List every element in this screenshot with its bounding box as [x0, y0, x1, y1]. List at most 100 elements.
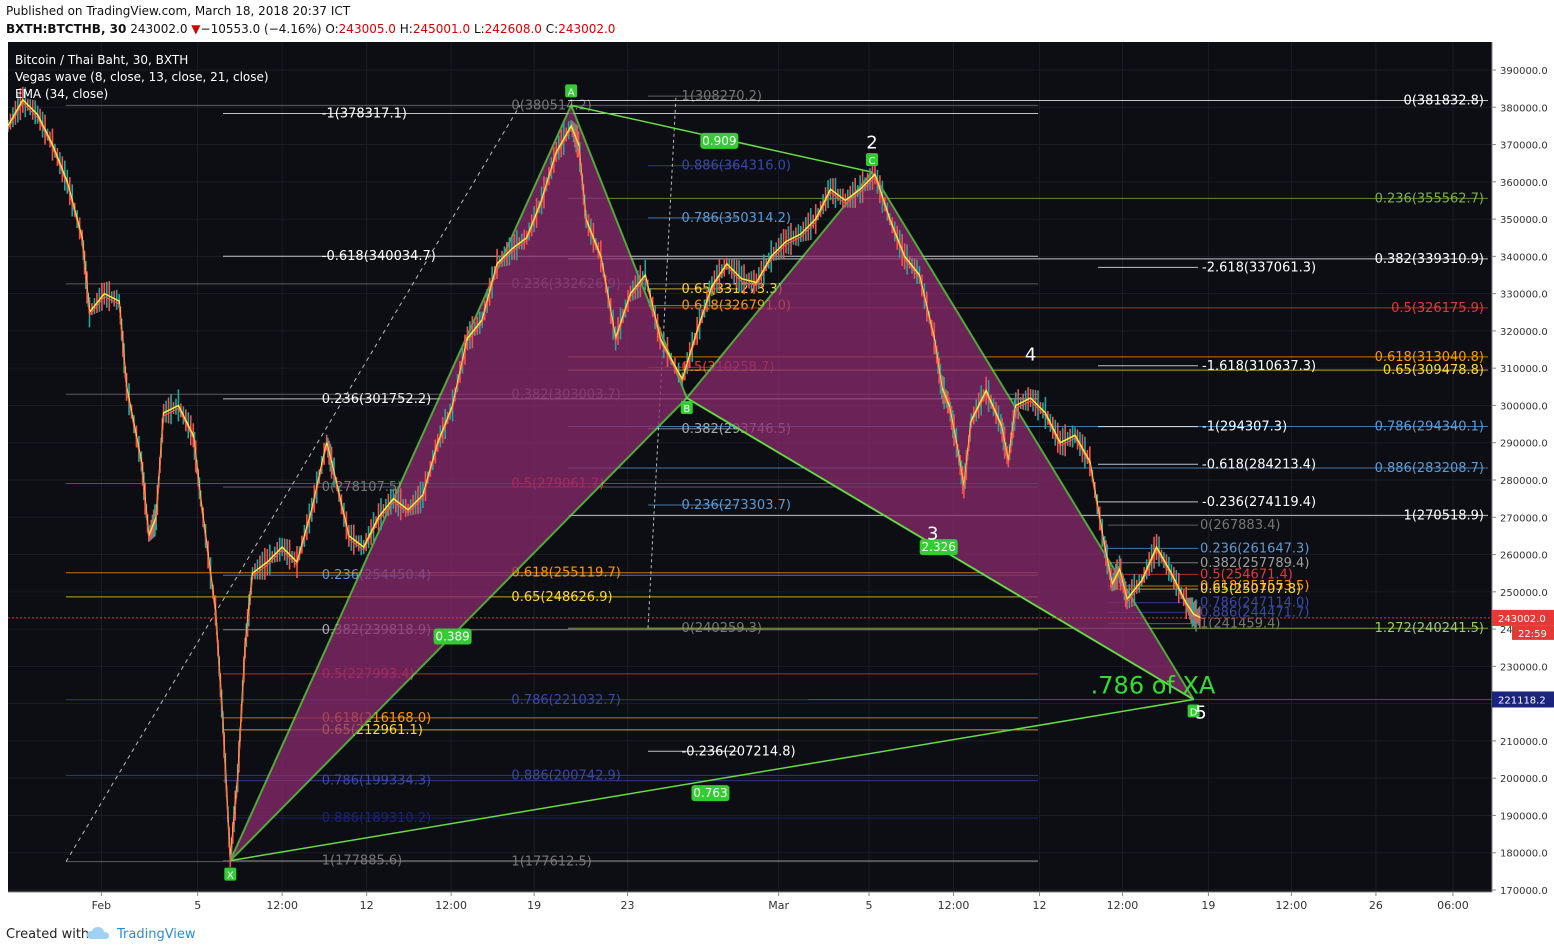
fib-left-label: 1(177885.6)	[322, 854, 402, 869]
close-value: 243002.0	[558, 22, 616, 36]
fib-mid-label: 1(177612.5)	[511, 855, 591, 870]
ratio-label: 0.389	[435, 630, 469, 644]
fib-mid-label: 0.65(248626.9)	[511, 590, 612, 605]
chart-area[interactable]: -1(378317.1) -0.618(340034.7) 0.236(301752…	[7, 42, 1554, 916]
fib-right-label: 1.272(240241.5)	[1375, 621, 1484, 636]
legend-indicator-vegas[interactable]: Vegas wave (8, close, 13, close, 21, clo…	[15, 70, 269, 84]
price-tick-label: 170000.0	[1500, 886, 1548, 897]
time-tick-label: 19	[527, 899, 541, 912]
fib-mid-label: 0.886(200742.9)	[511, 768, 620, 783]
time-tick-label: 5	[194, 899, 201, 912]
time-tick-label: Feb	[92, 899, 111, 912]
price-tick-label: 320000.0	[1500, 327, 1548, 338]
fib-b-label: 0.236(273303.7)	[682, 498, 791, 513]
time-axis-panel	[8, 892, 1492, 916]
low-value: 242608.0	[484, 22, 542, 36]
last-price: 243002.0	[130, 22, 188, 36]
open-label: O:	[325, 22, 339, 36]
footer: Created with TradingView	[0, 918, 1554, 952]
low-label: L:	[473, 22, 485, 36]
fib-left-label: -1(378317.1)	[322, 107, 407, 122]
fib-cd-label: -2.618(337061.3)	[1202, 260, 1316, 275]
close-label: C:	[545, 22, 559, 36]
price-tick-label: 370000.0	[1500, 141, 1548, 152]
fib-small-label: 0(267883.4)	[1200, 518, 1280, 533]
tradingview-cloud-icon	[87, 927, 109, 939]
time-tick-label: 19	[1201, 899, 1215, 912]
time-tick-label: 5	[866, 899, 873, 912]
open-value: 243005.0	[338, 22, 396, 36]
price-tick-label: 340000.0	[1500, 252, 1548, 263]
published-text: Published on TradingView.com, March 18, …	[6, 4, 351, 18]
price-tick-label: 380000.0	[1500, 103, 1548, 114]
fib-right-label: 0.886(283208.7)	[1375, 461, 1484, 476]
legend-indicator-ema[interactable]: EMA (34, close)	[15, 87, 108, 101]
fib-left-label: 0.786(199334.3)	[322, 774, 431, 789]
symbol-info: BXTH:BTCTHB, 30 243002.0 ▼−10553.0 (−4.1…	[6, 22, 615, 36]
time-tick-label: 23	[620, 899, 634, 912]
price-tick-label: 190000.0	[1500, 811, 1548, 822]
price-tick-label: 350000.0	[1500, 215, 1548, 226]
time-tick-label: 12:00	[1276, 899, 1308, 912]
time-tick-label: 12:00	[938, 899, 970, 912]
legend-title[interactable]: Bitcoin / Thai Baht, 30, BXTH	[15, 53, 188, 67]
fib-cd-label: -0.618(284213.4)	[1202, 457, 1316, 472]
down-arrow-icon: ▼	[191, 22, 201, 36]
fib-right-label: 0.236(355562.7)	[1375, 191, 1484, 206]
fib-right-label: 1(270518.9)	[1404, 508, 1484, 523]
high-label: H:	[399, 22, 413, 36]
point-a: A	[568, 87, 575, 98]
ratio-label: 0.909	[702, 134, 736, 148]
published-info: Published on TradingView.com, March 18, …	[6, 4, 350, 18]
fib-b-label: 1(308270.2)	[682, 89, 762, 104]
d-price-label: 221118.2	[1498, 695, 1546, 706]
price-tick-label: 250000.0	[1500, 588, 1548, 599]
fib-mid-label: 0.786(221032.7)	[511, 693, 620, 708]
fib-small-label: 0.236(261647.3)	[1200, 541, 1309, 556]
fib-b-label: 0.786(350314.2)	[682, 211, 791, 226]
fib-b-label: 0.886(364316.0)	[682, 159, 791, 174]
price-tick-label: 300000.0	[1500, 401, 1548, 412]
price-tick-label: 260000.0	[1500, 551, 1548, 562]
footer-brand[interactable]: TradingView	[117, 927, 196, 942]
fib-right-label: 0.5(326175.9)	[1391, 301, 1484, 316]
fib-left-label: 0.886(189310.2)	[322, 811, 431, 826]
fib-b-label: 0.65(331273.3)	[682, 282, 783, 297]
footer-created: Created with	[6, 927, 90, 942]
time-tick-label: 12:00	[1107, 899, 1139, 912]
fib-right-label: 0(381832.8)	[1404, 93, 1484, 108]
price-tick-label: 330000.0	[1500, 290, 1548, 301]
fib-small-label: 1(241459.4)	[1200, 617, 1280, 632]
point-c: C	[869, 156, 876, 167]
wave-label: 2	[866, 132, 877, 153]
wave-label: 4	[1025, 345, 1036, 366]
price-tick-label: 230000.0	[1500, 662, 1548, 673]
price-tick-label: 270000.0	[1500, 513, 1548, 524]
price-tick-label: 290000.0	[1500, 439, 1548, 450]
fib-left-label: -0.618(340034.7)	[322, 249, 436, 264]
price-tick-label: 180000.0	[1500, 849, 1548, 860]
fib-right-label: 0.786(294340.1)	[1375, 420, 1484, 435]
point-x: X	[227, 871, 234, 882]
price-change: −10553.0 (−4.16%)	[200, 22, 322, 36]
chart-header: Published on TradingView.com, March 18, …	[0, 0, 1554, 42]
time-tick-label: 26	[1369, 899, 1383, 912]
time-tick-label: 12:00	[266, 899, 298, 912]
ratio-label: 0.763	[693, 786, 727, 800]
price-tick-label: 200000.0	[1500, 774, 1548, 785]
point-b: B	[683, 404, 690, 415]
fib-right-label: 0.382(339310.9)	[1375, 252, 1484, 267]
fib-b-label: -0.236(207214.8)	[682, 744, 796, 759]
price-tick-label: 310000.0	[1500, 364, 1548, 375]
price-tick-label: 360000.0	[1500, 178, 1548, 189]
fib-cd-label: -1.618(310637.3)	[1202, 359, 1316, 374]
time-tick-label: Mar	[768, 899, 789, 912]
symbol-name[interactable]: BXTH:BTCTHB, 30	[6, 22, 126, 36]
time-tick-label: 06:00	[1437, 899, 1469, 912]
fib-mid-label: 0.618(255119.7)	[511, 566, 620, 581]
price-tick-label: 280000.0	[1500, 476, 1548, 487]
fib-cd-label: -1(294307.3)	[1202, 420, 1287, 435]
price-tick-label: 390000.0	[1500, 66, 1548, 77]
price-chart[interactable]: -1(378317.1)-0.618(340034.7)0.236(301752…	[7, 42, 1554, 916]
time-tick-label: 12	[1032, 899, 1046, 912]
